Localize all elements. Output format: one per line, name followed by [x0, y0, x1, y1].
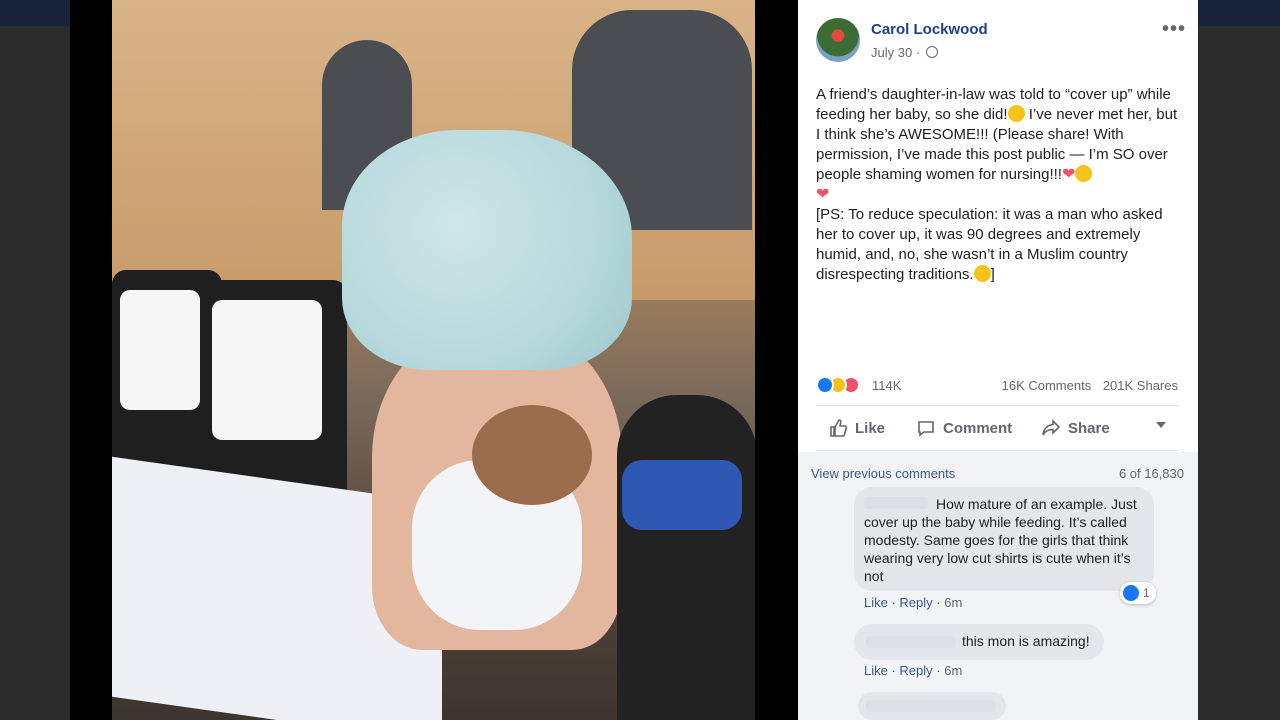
reactions-bar: 114K 16K Comments 201K Shares — [816, 374, 1178, 396]
smile-emoji-icon — [973, 265, 991, 282]
engagement-counts: 16K Comments 201K Shares — [994, 378, 1178, 393]
photo-baby-head — [472, 405, 592, 505]
author-name[interactable]: Carol Lockwood — [871, 21, 988, 38]
redacted-name — [866, 636, 956, 648]
heart-emoji-icon: ❤ — [1061, 166, 1076, 183]
comment-like-link[interactable]: Like — [864, 595, 888, 610]
more-options-icon[interactable]: ••• — [1162, 18, 1186, 41]
comment-bubble-partial — [858, 692, 1006, 720]
comment-bubble: this mon is amazing! — [854, 624, 1104, 660]
comment-icon — [918, 421, 934, 437]
thumbs-up-icon — [830, 419, 848, 437]
comments-position-count: 6 of 16,830 — [1118, 466, 1184, 481]
photo-chair-cushion — [212, 300, 322, 440]
post-date[interactable]: July 30 — [871, 45, 912, 60]
globe-icon — [925, 46, 938, 58]
post-text-part: ] — [990, 266, 995, 283]
comment-reaction-count: 1 — [1143, 586, 1150, 600]
post-paragraph: A friend’s daughter-in-law was told to “… — [816, 85, 1178, 205]
comment-time[interactable]: 6m — [944, 595, 962, 610]
like-icon[interactable] — [816, 376, 834, 394]
comment-reply-link[interactable]: Reply — [899, 595, 932, 610]
comment-button[interactable]: Comment — [916, 418, 1012, 438]
divider — [816, 405, 1178, 406]
like-button[interactable]: Like — [828, 418, 885, 438]
reaction-count[interactable]: 114K — [872, 378, 901, 393]
post-paragraph: [PS: To reduce speculation: it was a man… — [816, 205, 1178, 285]
post-panel: Carol Lockwood July 30 · ••• A friend’s … — [798, 0, 1198, 720]
comment-bubble: How mature of an example. Just cover up … — [854, 487, 1154, 591]
comment-actions: Like · Reply · 6m — [864, 663, 963, 678]
share-button[interactable]: Share — [1041, 418, 1110, 438]
comment-reply-link[interactable]: Reply — [899, 663, 932, 678]
post-header: Carol Lockwood July 30 · ••• — [816, 18, 1186, 66]
post-body: A friend’s daughter-in-law was told to “… — [816, 85, 1178, 285]
redacted-name — [866, 700, 996, 712]
share-icon — [1042, 419, 1061, 436]
view-previous-comments-link[interactable]: View previous comments — [811, 466, 955, 481]
share-label: Share — [1068, 419, 1110, 437]
avatar[interactable] — [816, 18, 860, 62]
comment-reaction-badge[interactable]: 1 — [1120, 582, 1156, 604]
like-icon — [1123, 585, 1139, 601]
photo-chair-cushion — [120, 290, 200, 410]
photo-boot-band — [622, 460, 742, 530]
comment-time[interactable]: 6m — [944, 663, 962, 678]
shares-count[interactable]: 201K Shares — [1103, 378, 1178, 393]
comment-like-link[interactable]: Like — [864, 663, 888, 678]
heart-emoji-icon: ❤ — [816, 186, 830, 203]
photo-boot — [617, 395, 755, 720]
comments-count[interactable]: 16K Comments — [1002, 378, 1092, 393]
divider — [816, 450, 1178, 451]
meta-separator: · — [915, 45, 921, 60]
like-label: Like — [855, 419, 886, 437]
comments-section: View previous comments 6 of 16,830 How m… — [798, 452, 1198, 720]
action-bar: Like Comment Share — [816, 410, 1178, 444]
comment-text: this mon is amazing! — [962, 633, 1090, 649]
photo-viewer[interactable] — [70, 0, 798, 720]
comment-actions: Like · Reply · 6m — [864, 595, 963, 610]
photo-floral-cloth — [342, 130, 632, 370]
chevron-down-icon[interactable] — [1156, 422, 1166, 428]
post-photo[interactable] — [112, 0, 755, 720]
post-meta: July 30 · — [871, 45, 938, 60]
laughing-emoji-icon — [1007, 105, 1025, 122]
comment-label: Comment — [943, 419, 1013, 437]
comment-text: How mature of an example. Just cover up … — [864, 496, 1137, 584]
baby-emoji-icon — [1075, 165, 1093, 182]
